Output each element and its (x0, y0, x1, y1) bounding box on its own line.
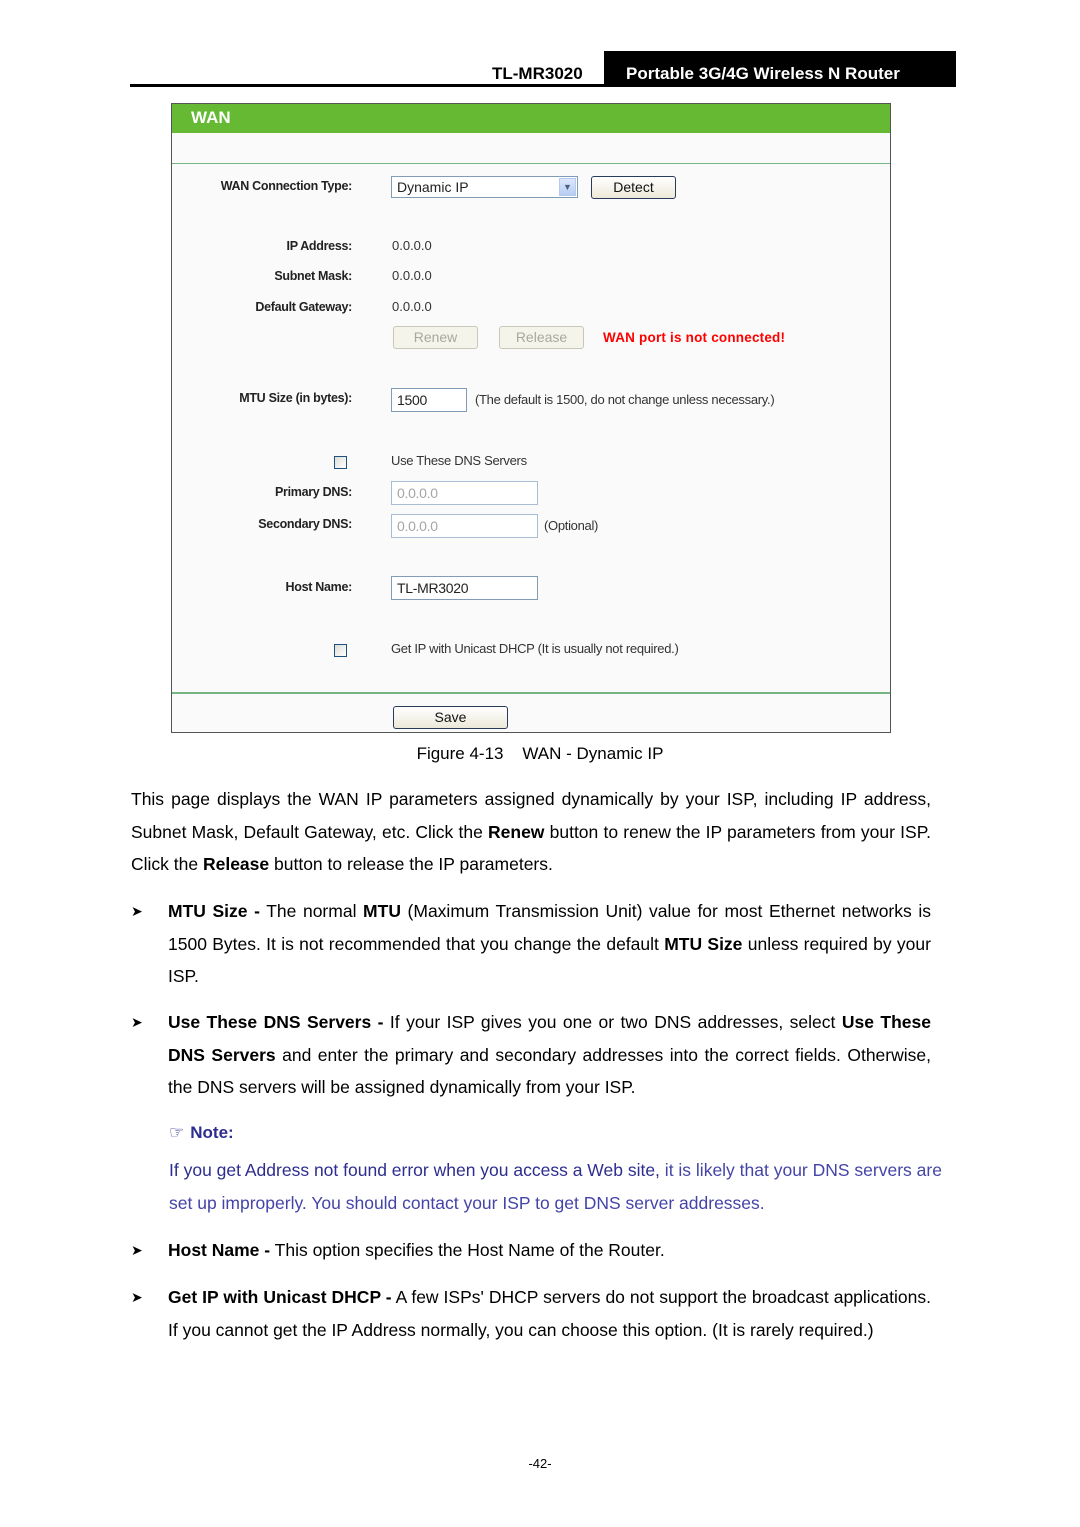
divider (172, 163, 890, 164)
default-gateway-label: Default Gateway: (255, 300, 352, 314)
ip-address-label: IP Address: (286, 239, 353, 253)
bold-term: MTU Size (664, 933, 743, 954)
ip-address-value: 0.0.0.0 (392, 238, 432, 253)
note-title: Note: (190, 1123, 234, 1142)
bullet-term: Host Name - (168, 1240, 271, 1260)
secondary-dns-input[interactable]: 0.0.0.0 (391, 514, 538, 538)
host-name-label: Host Name: (285, 580, 353, 594)
note-heading: ☞ Note: (169, 1123, 234, 1143)
bullet-term: Use These DNS Servers - (168, 1012, 384, 1032)
use-dns-label: Use These DNS Servers (391, 453, 527, 468)
panel-title: WAN (172, 104, 890, 133)
connection-type-label: WAN Connection Type: (220, 179, 353, 193)
renew-button[interactable]: Renew (393, 326, 478, 349)
bullet-term: Get IP with Unicast DHCP - (168, 1287, 392, 1307)
wan-settings-panel: WAN WAN Connection Type: Dynamic IP ▼ De… (171, 103, 891, 733)
mtu-input[interactable]: 1500 (391, 388, 467, 412)
arrow-bullet-icon: ➤ (131, 903, 143, 919)
connection-type-value: Dynamic IP (397, 179, 469, 195)
bullet-host-name: ➤ Host Name - This option specifies the … (131, 1234, 931, 1267)
save-button[interactable]: Save (393, 706, 508, 729)
note-body: If you get Address not found error when … (169, 1154, 951, 1219)
use-dns-checkbox[interactable] (334, 456, 347, 469)
header-model: TL-MR3020 (492, 64, 583, 83)
secondary-dns-hint: (Optional) (544, 518, 599, 533)
unicast-dhcp-label: Get IP with Unicast DHCP (It is usually … (391, 641, 679, 656)
chevron-down-icon[interactable]: ▼ (559, 178, 576, 196)
wan-status-message: WAN port is not connected! (603, 330, 786, 345)
default-gateway-value: 0.0.0.0 (392, 299, 432, 314)
primary-dns-input[interactable]: 0.0.0.0 (391, 481, 538, 505)
bold-term: Release (202, 854, 270, 874)
unicast-dhcp-checkbox[interactable] (334, 644, 347, 657)
subnet-mask-value: 0.0.0.0 (392, 268, 432, 283)
primary-dns-label: Primary DNS: (275, 485, 352, 499)
bold-term: Renew (488, 821, 545, 842)
bullet-term: MTU Size - (168, 901, 260, 921)
header-product: Portable 3G/4G Wireless N Router (604, 51, 956, 87)
detect-button[interactable]: Detect (591, 176, 676, 199)
text: The normal (259, 901, 364, 921)
divider (172, 692, 890, 694)
mtu-label: MTU Size (in bytes): (239, 391, 352, 405)
text: and enter the primary and secondary addr… (168, 1044, 931, 1098)
page-number: -42- (528, 1456, 552, 1471)
secondary-dns-label: Secondary DNS: (258, 517, 352, 531)
bullet-use-dns: ➤ Use These DNS Servers - If your ISP gi… (131, 1006, 931, 1104)
release-button[interactable]: Release (499, 326, 584, 349)
text: This option specifies the Host Name of t… (270, 1240, 665, 1260)
pointing-hand-icon: ☞ (169, 1123, 185, 1142)
subnet-mask-label: Subnet Mask: (274, 269, 352, 283)
text: If you get Address not found error when … (169, 1160, 660, 1180)
mtu-hint: (The default is 1500, do not change unle… (475, 392, 775, 407)
host-name-input[interactable]: TL-MR3020 (391, 576, 538, 600)
bullet-mtu-size: ➤ MTU Size - The normal MTU (Maximum Tra… (131, 895, 931, 993)
header-rule (130, 84, 956, 87)
figure-caption: Figure 4-13 WAN - Dynamic IP (416, 744, 664, 763)
bold-term: MTU (363, 901, 401, 921)
text: button to release the IP parameters. (269, 854, 553, 874)
intro-paragraph: This page displays the WAN IP parameters… (131, 783, 931, 881)
arrow-bullet-icon: ➤ (131, 1014, 143, 1030)
connection-type-select[interactable]: Dynamic IP ▼ (391, 176, 578, 198)
text: If your ISP gives you one or two DNS add… (383, 1012, 842, 1032)
bullet-unicast-dhcp: ➤ Get IP with Unicast DHCP - A few ISPs'… (131, 1281, 931, 1346)
arrow-bullet-icon: ➤ (131, 1242, 143, 1258)
arrow-bullet-icon: ➤ (131, 1289, 143, 1305)
